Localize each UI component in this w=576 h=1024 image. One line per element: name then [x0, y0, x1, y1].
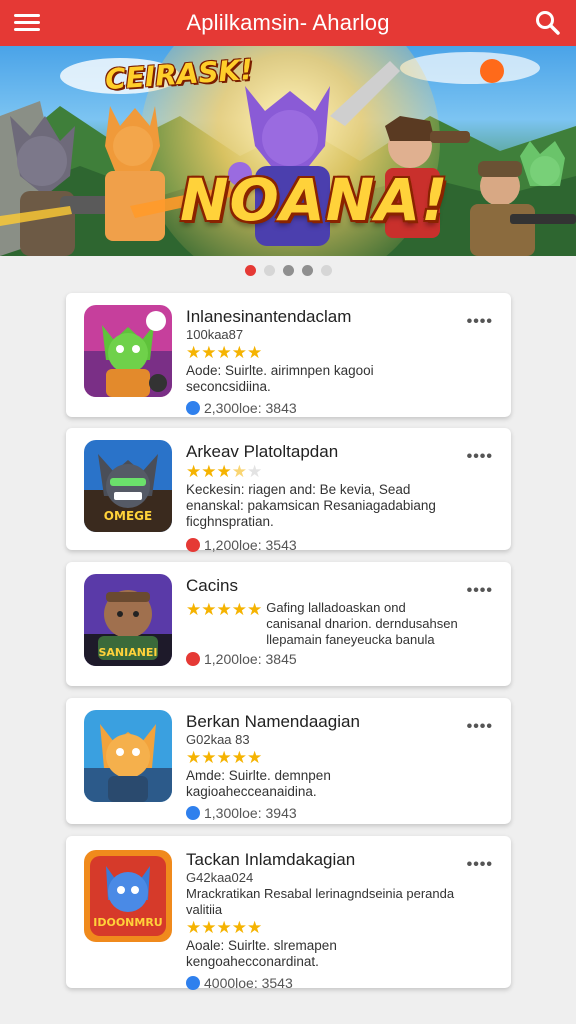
- app-downloads: 1,200loe: 3543: [204, 537, 297, 553]
- app-subtitle: G02kaa 83: [186, 732, 250, 747]
- app-card[interactable]: SANIANEI Cacins ★★★★★ Gafing lalladoaska…: [66, 562, 511, 686]
- app-name: Arkeav Platoltapdan: [186, 442, 339, 461]
- app-card[interactable]: OMEGE Arkeav Platoltapdan ★★★★★ Keckesin…: [66, 428, 511, 553]
- app-description: Amde: Suirlte. demnpen kagioahecceanaidi…: [186, 768, 331, 799]
- app-downloads: 2,300loe: 3843: [204, 400, 297, 416]
- banner-headline: NOANA!: [180, 166, 449, 234]
- download-badge-icon: [186, 806, 200, 820]
- app-downloads: 4000loe: 3543: [204, 975, 293, 991]
- app-meta: 1,200loe: 3845: [186, 650, 461, 668]
- download-badge-icon: [186, 652, 200, 666]
- app-downloads: 1,200loe: 3845: [204, 651, 297, 667]
- app-description: Keckesin: riagen and: Be kevia, Sead ena…: [186, 482, 436, 529]
- carousel-dot[interactable]: [320, 265, 332, 276]
- app-name: Cacins: [186, 576, 238, 595]
- rating-stars: ★★★★★: [186, 748, 263, 767]
- more-options-icon[interactable]: ••••: [467, 448, 493, 466]
- download-badge-icon: [186, 401, 200, 415]
- more-options-icon[interactable]: ••••: [467, 856, 493, 874]
- search-icon[interactable]: [534, 9, 562, 37]
- download-badge-icon: [186, 976, 200, 990]
- more-options-icon[interactable]: ••••: [467, 718, 493, 736]
- rating-stars: ★★★★★: [186, 462, 263, 481]
- app-description: Mrackratikan Resabal lerinagndseinia per…: [186, 886, 455, 917]
- more-options-icon[interactable]: ••••: [467, 313, 493, 331]
- app-icon: OMEGE: [84, 440, 172, 532]
- app-description-secondary: Aoale: Suirlte. slremapen kengoahecconar…: [186, 938, 337, 969]
- app-name: Berkan Namendaagian: [186, 712, 360, 731]
- app-name: Tackan Inlamdakagian: [186, 850, 356, 869]
- app-description: Aode: Suirlte. airimnpen kagooi seconcsi…: [186, 363, 374, 394]
- app-meta: 1,300loe: 3943: [186, 804, 461, 822]
- app-meta: 1,200loe: 3543: [186, 536, 461, 554]
- app-downloads: 1,300loe: 3943: [204, 805, 297, 821]
- app-bar: Aplilkamsin- Aharlog: [0, 0, 576, 46]
- app-meta: 4000loe: 3543: [186, 974, 461, 992]
- app-card[interactable]: IDOONMRU Tackan Inlamdakagian G42kaa024 …: [66, 836, 511, 991]
- menu-icon[interactable]: [14, 11, 42, 35]
- app-icon: SANIANEI: [84, 574, 172, 666]
- app-icon: IDOONMRU: [84, 850, 172, 942]
- carousel-dot[interactable]: [244, 265, 256, 276]
- app-icon-label: OMEGE: [104, 509, 152, 523]
- app-icon-label: IDOONMRU: [93, 916, 162, 929]
- rating-stars: ★★★★★: [186, 600, 263, 619]
- app-icon: [84, 305, 172, 397]
- more-options-icon[interactable]: ••••: [467, 582, 493, 600]
- app-subtitle: G42kaa024: [186, 870, 254, 885]
- app-description: Gafing lalladoaskan ond canisanal dnario…: [266, 600, 458, 647]
- promo-banner[interactable]: CEIRASK! NOANA!: [0, 46, 576, 256]
- app-meta: 2,300loe: 3843: [186, 399, 461, 417]
- app-title: Aplilkamsin- Aharlog: [186, 10, 390, 35]
- carousel-indicator: [0, 265, 576, 276]
- app-card[interactable]: Inlanesinantendaclam 100kaa87 ★★★★★ Aode…: [66, 293, 511, 417]
- download-badge-icon: [186, 538, 200, 552]
- rating-stars: ★★★★★: [186, 343, 263, 362]
- app-card[interactable]: Berkan Namendaagian G02kaa 83 ★★★★★ Amde…: [66, 698, 511, 824]
- carousel-dot[interactable]: [301, 265, 313, 276]
- carousel-dot[interactable]: [282, 265, 294, 276]
- carousel-dot[interactable]: [263, 265, 275, 276]
- app-name: Inlanesinantendaclam: [186, 307, 352, 326]
- app-icon-label: SANIANEI: [98, 646, 157, 659]
- app-subtitle: 100kaa87: [186, 327, 244, 342]
- rating-stars: ★★★★★: [186, 918, 263, 937]
- app-icon: [84, 710, 172, 802]
